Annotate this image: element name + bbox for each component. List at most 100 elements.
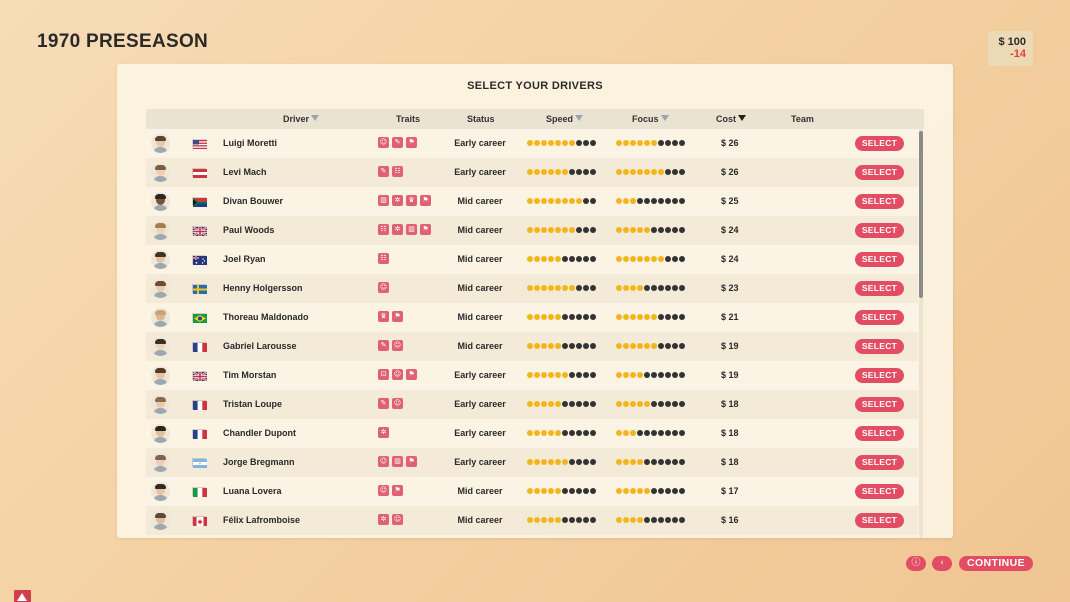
trait-chart-icon[interactable]: ▥ xyxy=(392,456,403,467)
rating-dot xyxy=(541,372,547,378)
trait-flag-icon[interactable]: ⚑ xyxy=(392,311,403,322)
rating-dot xyxy=(583,285,589,291)
rating-dot xyxy=(527,256,533,262)
trait-wrench-icon[interactable]: ✎ xyxy=(378,340,389,351)
trait-smile-icon[interactable]: ☺ xyxy=(392,340,403,351)
rating-dot xyxy=(616,488,622,494)
alert-triangle-icon[interactable] xyxy=(14,590,31,602)
trait-flag-icon[interactable]: ⚑ xyxy=(406,456,417,467)
sort-arrow-icon xyxy=(738,115,746,121)
table-row[interactable]: Henny Holgersson ☺ Mid career $ 23 SELECT xyxy=(146,274,918,303)
table-row[interactable]: Tim Morstan ⊡ ☺ ⚑ Early career $ 19 SELECT xyxy=(146,361,918,390)
col-speed-header[interactable]: Speed xyxy=(546,114,584,124)
table-header: Driver Traits Status Speed Focus Cost Te… xyxy=(146,109,924,129)
trait-trophy-icon[interactable]: ♛ xyxy=(378,311,389,322)
rating-dot xyxy=(534,285,540,291)
select-driver-button[interactable]: SELECT xyxy=(855,455,904,470)
select-driver-button[interactable]: SELECT xyxy=(855,310,904,325)
trait-flag-icon[interactable]: ⚑ xyxy=(406,369,417,380)
trait-trophy-icon[interactable]: ♛ xyxy=(406,195,417,206)
rating-dot xyxy=(665,314,671,320)
col-cost-header[interactable]: Cost xyxy=(716,114,746,124)
table-row[interactable]: Paul Woods ☷ ✲ ▥ ⚑ Mid career $ 24 SELECT xyxy=(146,216,918,245)
scroll-thumb[interactable] xyxy=(919,131,923,298)
rating-dot xyxy=(562,256,568,262)
trait-smile-icon[interactable]: ☺ xyxy=(378,485,389,496)
rating-dot xyxy=(583,140,589,146)
select-driver-button[interactable]: SELECT xyxy=(855,397,904,412)
rating-dot xyxy=(569,517,575,523)
rating-dot xyxy=(569,401,575,407)
trait-wrench-icon[interactable]: ✎ xyxy=(392,137,403,148)
trait-wrench-icon[interactable]: ✎ xyxy=(378,166,389,177)
select-driver-button[interactable]: SELECT xyxy=(855,368,904,383)
select-driver-button[interactable]: SELECT xyxy=(855,136,904,151)
driver-traits: ✲ xyxy=(378,427,389,439)
select-driver-button[interactable]: SELECT xyxy=(855,165,904,180)
trait-ghost-icon[interactable]: ☷ xyxy=(378,224,389,235)
rating-dot xyxy=(527,372,533,378)
trait-wrench-icon[interactable]: ✎ xyxy=(378,398,389,409)
rating-dot xyxy=(576,430,582,436)
select-driver-button[interactable]: SELECT xyxy=(855,426,904,441)
rating-dot xyxy=(679,401,685,407)
rating-dot xyxy=(569,343,575,349)
table-row[interactable]: Tristan Loupe ✎ ☺ Early career $ 18 SELECT xyxy=(146,390,918,419)
table-row[interactable]: Félix Lafromboise ✲ ☺ Mid career $ 16 SELECT xyxy=(146,506,918,535)
info-button[interactable]: ⓘ xyxy=(906,556,926,571)
trait-chart-icon[interactable]: ▥ xyxy=(406,224,417,235)
rating-dot xyxy=(555,343,561,349)
table-row[interactable]: Divan Bouwer ▥ ✲ ♛ ⚑ Mid career $ 25 SELECT xyxy=(146,187,918,216)
col-focus-header[interactable]: Focus xyxy=(632,114,669,124)
rating-dot xyxy=(658,401,664,407)
trait-flag-icon[interactable]: ⚑ xyxy=(392,485,403,496)
trait-smile-icon[interactable]: ☺ xyxy=(378,456,389,467)
trait-ghost-icon[interactable]: ☷ xyxy=(392,166,403,177)
trait-smile-icon[interactable]: ☺ xyxy=(378,137,389,148)
rating-dot xyxy=(534,401,540,407)
table-row[interactable]: Luana Lovera ☺ ⚑ Mid career $ 17 SELECT xyxy=(146,477,918,506)
trait-gear-icon[interactable]: ✲ xyxy=(378,514,389,525)
rating-dot xyxy=(658,488,664,494)
trait-gear-icon[interactable]: ✲ xyxy=(392,195,403,206)
trait-gear-icon[interactable]: ✲ xyxy=(378,427,389,438)
table-row[interactable]: Chandler Dupont ✲ Early career $ 18 SELECT xyxy=(146,419,918,448)
back-button[interactable]: ‹ xyxy=(932,556,952,571)
trait-ghost-icon[interactable]: ☷ xyxy=(378,253,389,264)
rating-dot xyxy=(665,198,671,204)
table-row[interactable]: Gabriel Larousse ✎ ☺ Mid career $ 19 SELECT xyxy=(146,332,918,361)
trait-smile-icon[interactable]: ☺ xyxy=(378,282,389,293)
table-row[interactable]: Thoreau Maldonado ♛ ⚑ Mid career $ 21 SELECT xyxy=(146,303,918,332)
continue-button[interactable]: CONTINUE xyxy=(959,556,1033,571)
driver-avatar xyxy=(151,395,170,414)
select-driver-button[interactable]: SELECT xyxy=(855,223,904,238)
select-driver-button[interactable]: SELECT xyxy=(855,484,904,499)
trait-smile-icon[interactable]: ☺ xyxy=(392,398,403,409)
trait-chart-icon[interactable]: ▥ xyxy=(378,195,389,206)
trait-tag-icon[interactable]: ⊡ xyxy=(378,369,389,380)
trait-flag-icon[interactable]: ⚑ xyxy=(406,137,417,148)
trait-smile-icon[interactable]: ☺ xyxy=(392,369,403,380)
select-driver-button[interactable]: SELECT xyxy=(855,194,904,209)
col-driver-header[interactable]: Driver xyxy=(283,114,320,124)
trait-smile-icon[interactable]: ☺ xyxy=(392,514,403,525)
rating-dot xyxy=(562,285,568,291)
table-row[interactable]: Levi Mach ✎ ☷ Early career $ 26 SELECT xyxy=(146,158,918,187)
rating-dot xyxy=(665,169,671,175)
driver-traits: ☺ xyxy=(378,282,389,294)
scrollbar[interactable] xyxy=(919,129,923,538)
rating-dot xyxy=(672,372,678,378)
table-row[interactable]: Jorge Bregmann ☺ ▥ ⚑ Early career $ 18 SELECT xyxy=(146,448,918,477)
select-driver-button[interactable]: SELECT xyxy=(855,252,904,267)
rating-dot xyxy=(665,227,671,233)
rating-dot xyxy=(590,227,596,233)
trait-gear-icon[interactable]: ✲ xyxy=(392,224,403,235)
table-row[interactable]: Luigi Moretti ☺ ✎ ⚑ Early career $ 26 SELECT xyxy=(146,129,918,158)
select-driver-button[interactable]: SELECT xyxy=(855,339,904,354)
select-driver-button[interactable]: SELECT xyxy=(855,281,904,296)
country-flag-icon xyxy=(192,458,207,468)
table-row[interactable]: Joel Ryan ☷ Mid career $ 24 SELECT xyxy=(146,245,918,274)
rating-dot xyxy=(548,227,554,233)
select-driver-button[interactable]: SELECT xyxy=(855,513,904,528)
driver-name: Luigi Moretti xyxy=(223,138,277,148)
